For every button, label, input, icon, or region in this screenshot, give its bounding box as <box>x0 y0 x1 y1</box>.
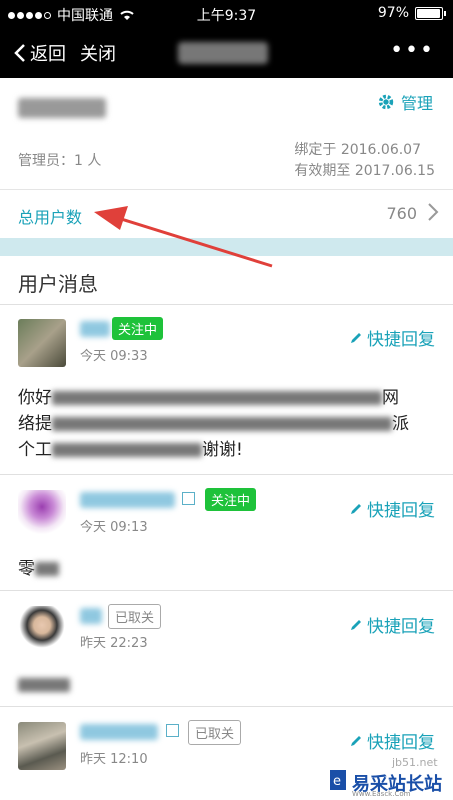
battery-icon <box>415 6 446 20</box>
avatar <box>18 490 66 538</box>
messages-section-title: 用户消息 <box>18 272 98 296</box>
pencil-icon <box>351 619 361 630</box>
status-badge: 关注中 <box>112 317 164 340</box>
close-button[interactable]: 关闭 <box>80 40 116 66</box>
battery-fill <box>417 8 441 18</box>
quick-reply-label: 快捷回复 <box>367 501 435 521</box>
quick-reply-button[interactable]: 快捷回复 <box>349 325 435 350</box>
username-redacted <box>80 321 110 337</box>
username-redacted <box>80 492 175 508</box>
back-label: 返回 <box>30 44 66 65</box>
pencil-icon <box>351 735 361 746</box>
account-name-redacted <box>18 98 106 118</box>
bind-date: 绑定于 2016.06.07 <box>294 142 421 158</box>
status-badge: 已取关 <box>108 604 162 629</box>
message-text: 派 <box>392 414 409 434</box>
expire-date: 有效期至 2017.06.15 <box>294 163 435 179</box>
message-content <box>18 672 438 698</box>
pencil-icon <box>351 503 361 514</box>
redacted-text <box>35 562 59 576</box>
redacted-text <box>52 417 392 431</box>
username-redacted <box>80 724 158 740</box>
username-redacted <box>80 608 102 624</box>
message-time: 昨天 12:10 <box>80 752 148 767</box>
account-panel: 管理 管理员：1 人 绑定于 2016.06.07 有效期至 2017.06.1… <box>0 78 453 190</box>
pencil-icon <box>351 332 361 343</box>
page-title-redacted <box>178 42 268 64</box>
watermark-url: jb51.net <box>392 756 438 769</box>
quick-reply-label: 快捷回复 <box>367 330 435 350</box>
admin-count: 管理员：1 人 <box>18 153 102 169</box>
message-time: 今天 09:33 <box>80 349 148 364</box>
message-text: 网 <box>382 388 399 408</box>
message-text: 谢谢! <box>202 440 243 460</box>
message-time: 昨天 22:23 <box>80 636 148 651</box>
account-dates: 绑定于 2016.06.07 有效期至 2017.06.15 <box>294 140 435 182</box>
watermark-subtext: Www.Easck.Com <box>352 790 411 798</box>
total-users-value: 760 <box>386 204 417 223</box>
site-logo-icon: e <box>330 770 346 790</box>
checkbox-icon <box>182 492 195 505</box>
quick-reply-label: 快捷回复 <box>367 617 435 637</box>
avatar <box>18 722 66 770</box>
status-badge: 关注中 <box>205 488 257 511</box>
total-users-row[interactable]: 总用户数 760 <box>0 190 453 238</box>
gear-icon <box>378 94 394 110</box>
quick-reply-button[interactable]: 快捷回复 <box>349 612 435 637</box>
manage-button[interactable]: 管理 <box>377 90 433 114</box>
svg-text:e: e <box>333 774 341 789</box>
message-time: 今天 09:13 <box>80 520 148 535</box>
status-bar: 中国联通 上午9:37 97% <box>0 0 453 28</box>
message-item[interactable]: 已取关 昨天 22:23 快捷回复 <box>0 592 453 707</box>
message-content: 零 <box>18 556 438 582</box>
back-button[interactable]: 返回 <box>14 40 66 66</box>
avatar <box>18 606 66 654</box>
message-text: 络提 <box>18 414 52 434</box>
quick-reply-button[interactable]: 快捷回复 <box>349 728 435 753</box>
chevron-right-icon <box>428 203 439 221</box>
more-menu-button[interactable]: ••• <box>390 38 435 63</box>
status-badge: 已取关 <box>188 720 242 745</box>
message-item[interactable]: 关注中 今天 09:13 快捷回复 零 <box>0 476 453 591</box>
message-content: 你好 网 络提 派 个工 谢谢! <box>18 385 438 463</box>
redacted-text <box>18 678 70 692</box>
redacted-text <box>52 391 382 405</box>
chevron-left-icon <box>14 44 25 62</box>
battery-percent: 97% <box>377 5 409 21</box>
message-item[interactable]: 关注中 今天 09:33 快捷回复 你好 网 络提 派 个工 谢谢! <box>0 305 453 475</box>
nav-bar: 返回 关闭 ••• <box>0 28 453 78</box>
avatar <box>18 319 66 367</box>
quick-reply-label: 快捷回复 <box>367 733 435 753</box>
checkbox-icon <box>166 724 179 737</box>
message-text: 个工 <box>18 440 52 460</box>
message-text: 你好 <box>18 388 52 408</box>
section-divider <box>0 238 453 256</box>
quick-reply-button[interactable]: 快捷回复 <box>349 496 435 521</box>
message-text: 零 <box>18 559 35 579</box>
total-users-label: 总用户数 <box>18 208 83 227</box>
manage-label: 管理 <box>400 94 433 113</box>
redacted-text <box>52 443 202 457</box>
